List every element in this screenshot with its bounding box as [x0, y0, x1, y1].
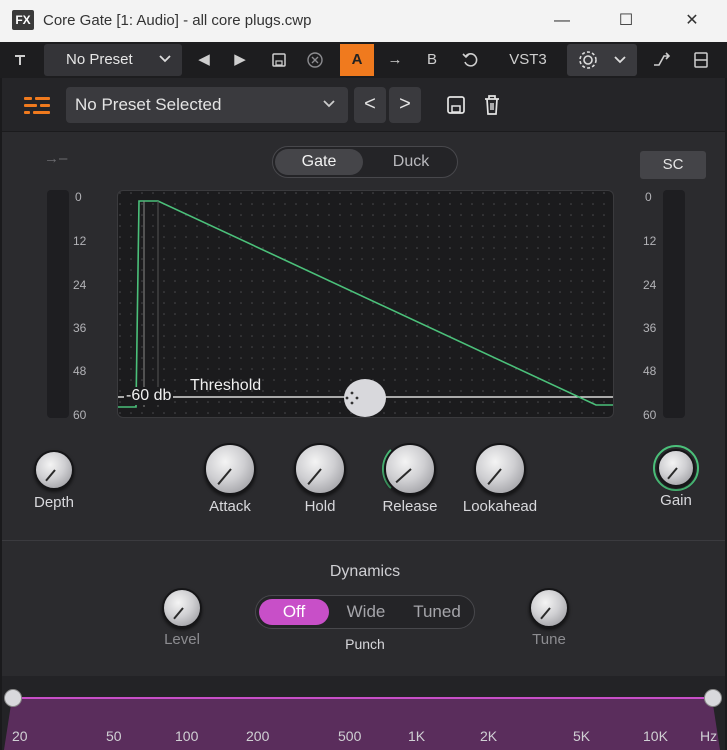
threshold-label: Threshold — [190, 377, 262, 394]
fx-badge-icon: FX — [12, 10, 34, 30]
meter-scale-label: 36 — [73, 321, 87, 335]
minimize-button[interactable]: — — [542, 8, 582, 34]
plugin-panel: No Preset Selected < > →– Gate Duck SC 0… — [0, 78, 727, 750]
plugin-header: No Preset Selected < > — [2, 78, 725, 132]
menu-icon[interactable] — [24, 94, 50, 116]
punch-off-option[interactable]: Off — [259, 599, 329, 625]
mode-toggle[interactable]: Gate Duck — [272, 146, 458, 178]
chevron-down-icon — [322, 87, 336, 123]
link-arrow-icon[interactable]: →– — [44, 150, 67, 167]
output-meter — [663, 190, 685, 418]
ab-a-button[interactable]: A — [340, 44, 374, 76]
freq-unit-label: Hz — [700, 728, 718, 744]
depth-label: Depth — [33, 494, 75, 511]
hold-label: Hold — [304, 498, 336, 515]
dynamics-title: Dynamics — [329, 563, 401, 580]
host-preset-label: No Preset — [66, 51, 133, 68]
meter-scale-label: 0 — [75, 190, 82, 204]
dock-icon[interactable] — [686, 44, 716, 76]
freq-label: 500 — [338, 728, 362, 744]
settings-button[interactable] — [567, 44, 637, 76]
host-preset-dropdown[interactable]: No Preset — [44, 44, 182, 76]
meter-scale-label: 48 — [73, 364, 87, 378]
preset-selector[interactable]: No Preset Selected — [66, 87, 348, 123]
lookahead-knob[interactable] — [474, 443, 526, 495]
next-preset-button[interactable]: ▶ — [228, 44, 252, 76]
ab-copy-button[interactable]: → — [382, 44, 408, 76]
level-label: Level — [164, 631, 200, 648]
threshold-value: -60 db — [124, 387, 174, 405]
low-cut-handle[interactable] — [4, 689, 22, 707]
pin-icon[interactable] — [6, 44, 34, 76]
freq-label: 10K — [643, 728, 668, 744]
attack-label: Attack — [209, 498, 251, 515]
high-cut-handle[interactable] — [704, 689, 722, 707]
gain-knob[interactable] — [657, 449, 695, 487]
gain-label: Gain — [660, 492, 692, 509]
meter-scale-label: 24 — [643, 278, 657, 292]
bypass-icon[interactable] — [302, 44, 328, 76]
release-label: Release — [382, 498, 438, 515]
undo-icon[interactable] — [456, 44, 484, 76]
preset-selector-label: No Preset Selected — [75, 95, 222, 114]
meter-scale-label: 12 — [643, 234, 657, 248]
maximize-button[interactable]: ☐ — [606, 8, 646, 34]
release-knob[interactable] — [384, 443, 436, 495]
close-button[interactable]: ✕ — [672, 8, 712, 34]
envelope-graph[interactable]: -60 db Threshold — [117, 190, 614, 418]
level-knob[interactable] — [162, 588, 202, 628]
tune-label: Tune — [532, 631, 566, 648]
save-icon[interactable] — [266, 44, 292, 76]
depth-knob[interactable] — [34, 450, 74, 490]
drag-handle-icon — [345, 391, 359, 405]
threshold-handle[interactable] — [344, 379, 386, 417]
save-icon[interactable] — [442, 90, 470, 120]
freq-label: 200 — [246, 728, 270, 744]
meter-scale-label: 60 — [643, 408, 657, 422]
mode-gate-option[interactable]: Gate — [275, 149, 363, 175]
freq-label: 20 — [12, 728, 28, 744]
preset-next-button[interactable]: > — [389, 87, 421, 123]
format-label[interactable]: VST3 — [500, 44, 556, 76]
punch-wide-option[interactable]: Wide — [331, 599, 401, 625]
mode-duck-option[interactable]: Duck — [367, 149, 455, 175]
tune-knob[interactable] — [529, 588, 569, 628]
freq-label: 100 — [175, 728, 199, 744]
attack-knob[interactable] — [204, 443, 256, 495]
plugin-window: FX Core Gate [1: Audio] - all core plugs… — [0, 0, 727, 750]
meter-scale-label: 48 — [643, 364, 657, 378]
ab-b-button[interactable]: B — [418, 44, 446, 76]
lookahead-label: Lookahead — [462, 498, 538, 515]
section-divider — [2, 540, 725, 541]
sidechain-button[interactable]: SC — [640, 151, 706, 179]
meter-scale-label: 0 — [645, 190, 652, 204]
chevron-down-icon — [158, 44, 172, 76]
meter-scale-label: 60 — [73, 408, 87, 422]
title-bar: FX Core Gate [1: Audio] - all core plugs… — [0, 0, 727, 42]
input-meter — [47, 190, 69, 418]
trash-icon[interactable] — [478, 90, 506, 120]
host-toolbar: No Preset ◀ ▶ A → B VST3 — [0, 42, 727, 78]
punch-tuned-option[interactable]: Tuned — [402, 599, 472, 625]
gear-icon — [579, 51, 597, 69]
window-title: Core Gate [1: Audio] - all core plugs.cw… — [43, 12, 312, 29]
meter-scale-label: 12 — [73, 234, 87, 248]
meter-scale-label: 24 — [73, 278, 87, 292]
freq-label: 1K — [408, 728, 426, 744]
punch-label: Punch — [345, 636, 385, 652]
chevron-down-icon — [614, 56, 626, 64]
prev-preset-button[interactable]: ◀ — [192, 44, 216, 76]
freq-label: 5K — [573, 728, 591, 744]
freq-label: 50 — [106, 728, 122, 744]
freq-label: 2K — [480, 728, 498, 744]
punch-toggle[interactable]: Off Wide Tuned — [255, 595, 475, 629]
meter-scale-label: 36 — [643, 321, 657, 335]
hold-knob[interactable] — [294, 443, 346, 495]
route-icon[interactable] — [646, 44, 676, 76]
preset-prev-button[interactable]: < — [354, 87, 386, 123]
